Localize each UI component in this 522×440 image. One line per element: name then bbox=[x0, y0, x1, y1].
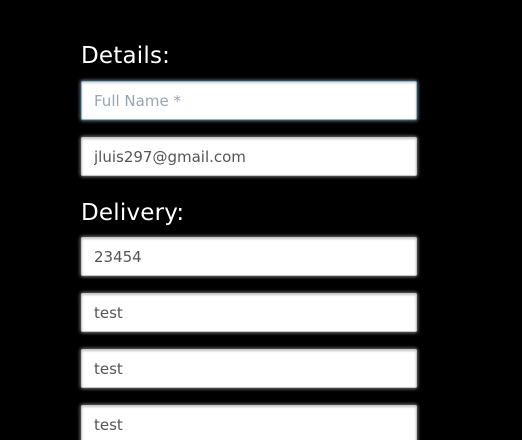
details-heading: Details: bbox=[81, 43, 171, 69]
delivery-field-2[interactable] bbox=[81, 293, 417, 332]
delivery-heading: Delivery: bbox=[81, 200, 185, 226]
delivery-field-4[interactable] bbox=[81, 405, 417, 440]
delivery-field-1[interactable] bbox=[81, 237, 417, 276]
full-name-input[interactable] bbox=[81, 81, 417, 120]
checkout-form: Details: Delivery: bbox=[0, 0, 522, 440]
email-input[interactable] bbox=[81, 137, 417, 176]
delivery-field-3[interactable] bbox=[81, 349, 417, 388]
